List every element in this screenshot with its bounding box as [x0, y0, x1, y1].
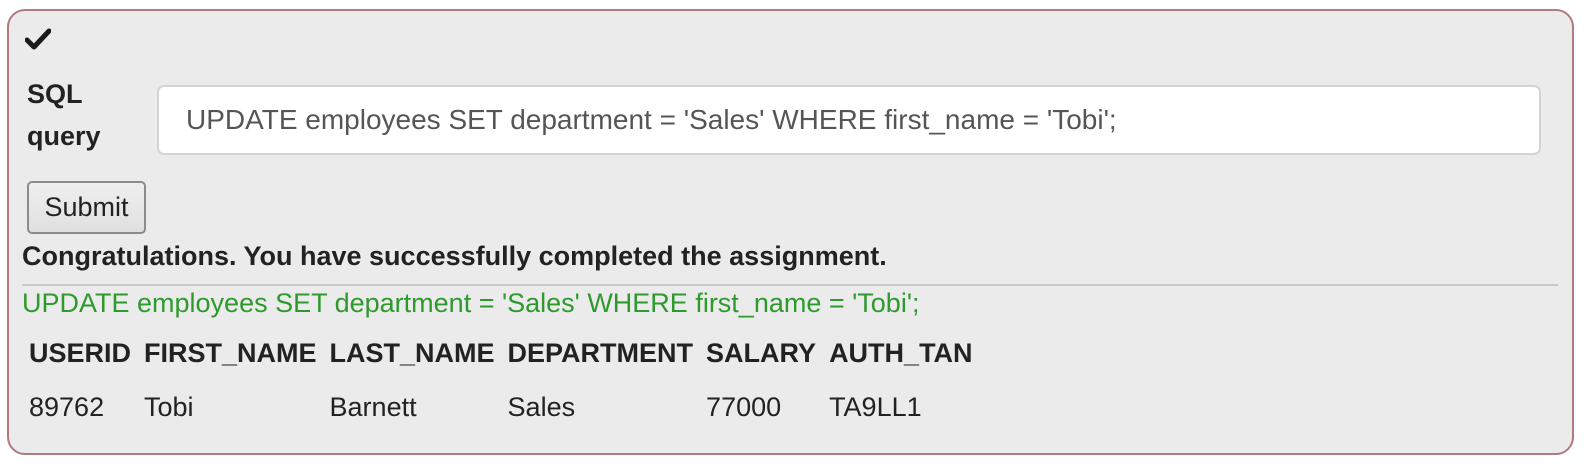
column-header-auth-tan: AUTH_TAN — [829, 337, 973, 368]
cell-userid: 89762 — [29, 391, 105, 422]
sql-query-label: SQL query — [27, 79, 101, 151]
divider — [22, 284, 1558, 286]
sql-query-input[interactable] — [157, 85, 1541, 155]
column-header-last-name: LAST_NAME — [329, 337, 495, 368]
table-row: 89762 Tobi Barnett Sales 77000 TA9LL1 — [23, 373, 980, 427]
cell-salary: 77000 — [706, 391, 782, 422]
cell-auth-tan: TA9LL1 — [829, 391, 922, 422]
cell-first-name: Tobi — [144, 391, 194, 422]
executed-query: UPDATE employees SET department = 'Sales… — [22, 288, 920, 318]
checkmark-icon — [25, 28, 51, 50]
table-header-row: USERID FIRST_NAME LAST_NAME DEPARTMENT S… — [23, 331, 980, 373]
assignment-panel: SQL query Submit Congratulations. You ha… — [7, 9, 1574, 455]
column-header-department: DEPARTMENT — [507, 337, 694, 368]
cell-last-name: Barnett — [329, 391, 417, 422]
feedback-message: Congratulations. You have successfully c… — [22, 241, 887, 271]
results-table: USERID FIRST_NAME LAST_NAME DEPARTMENT S… — [23, 331, 980, 427]
cell-department: Sales — [507, 391, 576, 422]
column-header-first-name: FIRST_NAME — [144, 337, 317, 368]
column-header-salary: SALARY — [706, 337, 817, 368]
column-header-userid: USERID — [29, 337, 132, 368]
submit-button[interactable]: Submit — [27, 181, 146, 234]
